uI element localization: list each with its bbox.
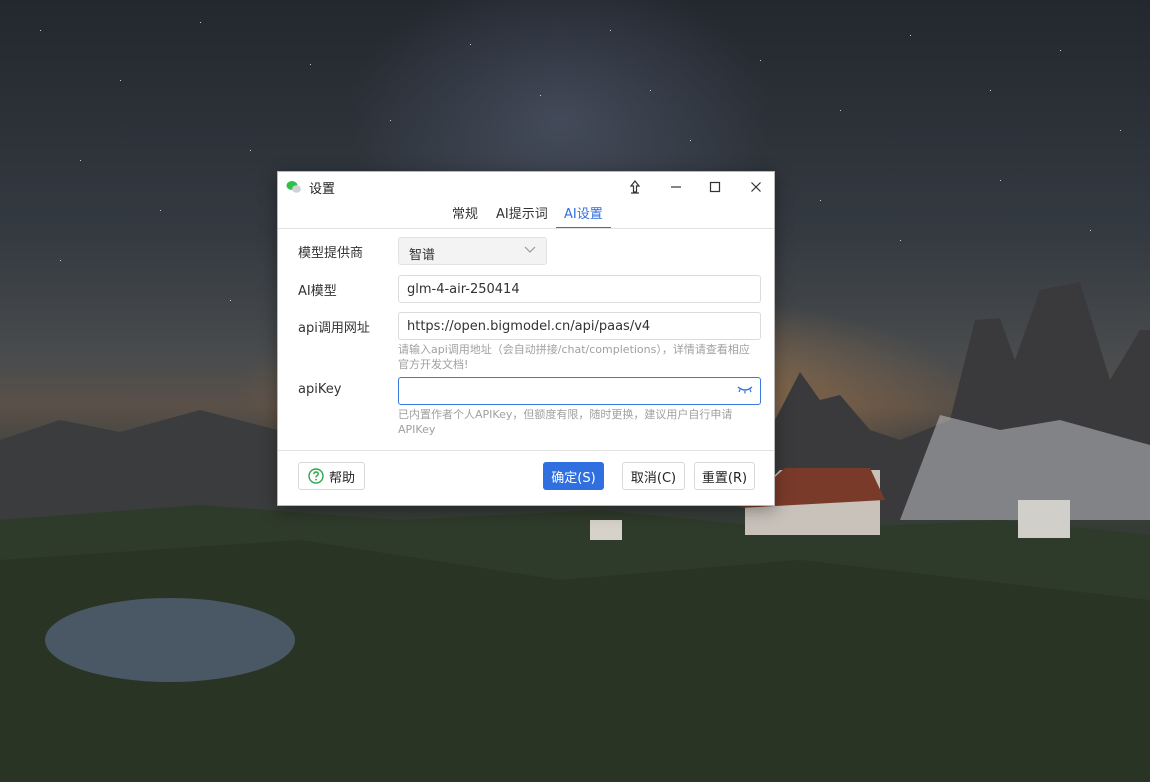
- eye-closed-icon[interactable]: [736, 383, 754, 395]
- tab-general[interactable]: 常规: [452, 205, 478, 229]
- tab-ai-prompt[interactable]: AI提示词: [496, 205, 548, 229]
- pin-icon: [629, 180, 641, 194]
- help-circle-icon: [308, 468, 324, 484]
- title-bar[interactable]: 设置: [278, 172, 774, 202]
- api-url-label: api调用网址: [298, 321, 370, 336]
- minimize-button[interactable]: [656, 172, 696, 202]
- footer-divider: [278, 450, 774, 451]
- app-chat-icon: [286, 181, 301, 193]
- tab-ai-settings[interactable]: AI设置: [556, 205, 611, 229]
- confirm-button[interactable]: 确定(S): [543, 462, 604, 490]
- api-key-input[interactable]: [398, 377, 761, 405]
- api-key-hint: 已内置作者个人APIKey，但额度有限，随时更换，建议用户自行申请APIKey: [398, 408, 733, 436]
- tab-bar: 常规 AI提示词 AI设置: [278, 205, 774, 229]
- pin-button[interactable]: [615, 172, 655, 202]
- settings-dialog: 设置 常规 AI提示词 AI设置 模型提供商 智谱 AI模型 glm-4-air…: [277, 171, 775, 506]
- reset-button[interactable]: 重置(R): [694, 462, 755, 490]
- api-key-label: apiKey: [298, 382, 342, 397]
- api-url-hint: 请输入api调用地址（会自动拼接/chat/completions），详情请查看…: [398, 343, 750, 371]
- provider-select-value: 智谱: [409, 248, 436, 263]
- model-input[interactable]: [398, 275, 761, 303]
- provider-select[interactable]: 智谱: [398, 237, 547, 265]
- provider-label: 模型提供商: [298, 246, 364, 261]
- cancel-button[interactable]: 取消(C): [622, 462, 685, 490]
- maximize-button[interactable]: [695, 172, 735, 202]
- model-label: AI模型: [298, 284, 337, 299]
- maximize-icon: [709, 181, 721, 193]
- api-url-input[interactable]: [398, 312, 761, 340]
- tab-divider: [278, 228, 774, 229]
- chevron-down-icon: [524, 246, 536, 253]
- window-title: 设置: [309, 182, 336, 197]
- minimize-icon: [671, 186, 681, 188]
- help-button[interactable]: 帮助: [298, 462, 365, 490]
- close-button[interactable]: [736, 172, 776, 202]
- help-button-label: 帮助: [328, 470, 355, 486]
- close-icon: [751, 182, 761, 192]
